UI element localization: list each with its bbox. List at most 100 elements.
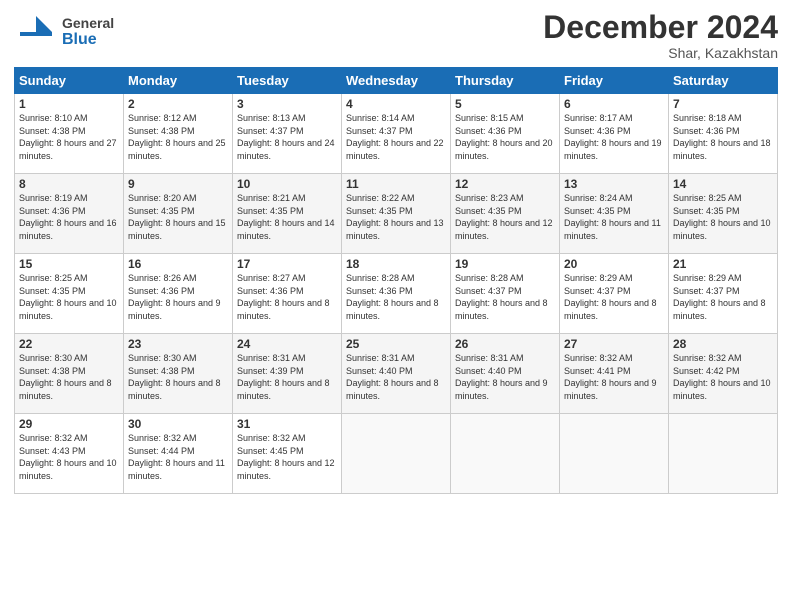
cell-info: Sunrise: 8:10 AMSunset: 4:38 PMDaylight:… [19, 113, 117, 161]
day-number: 9 [128, 177, 228, 191]
day-number: 25 [346, 337, 446, 351]
cell-info: Sunrise: 8:32 AMSunset: 4:44 PMDaylight:… [128, 433, 225, 481]
calendar-cell: 26 Sunrise: 8:31 AMSunset: 4:40 PMDaylig… [451, 334, 560, 414]
month-title: December 2024 [543, 10, 778, 45]
cell-info: Sunrise: 8:29 AMSunset: 4:37 PMDaylight:… [673, 273, 766, 321]
calendar-cell: 9 Sunrise: 8:20 AMSunset: 4:35 PMDayligh… [124, 174, 233, 254]
day-number: 21 [673, 257, 773, 271]
header-thursday: Thursday [451, 68, 560, 94]
day-number: 16 [128, 257, 228, 271]
calendar-cell: 15 Sunrise: 8:25 AMSunset: 4:35 PMDaylig… [15, 254, 124, 334]
calendar-week-row: 22 Sunrise: 8:30 AMSunset: 4:38 PMDaylig… [15, 334, 778, 414]
day-number: 23 [128, 337, 228, 351]
calendar-cell: 23 Sunrise: 8:30 AMSunset: 4:38 PMDaylig… [124, 334, 233, 414]
cell-info: Sunrise: 8:22 AMSunset: 4:35 PMDaylight:… [346, 193, 444, 241]
cell-info: Sunrise: 8:20 AMSunset: 4:35 PMDaylight:… [128, 193, 226, 241]
cell-info: Sunrise: 8:31 AMSunset: 4:39 PMDaylight:… [237, 353, 330, 401]
cell-info: Sunrise: 8:19 AMSunset: 4:36 PMDaylight:… [19, 193, 117, 241]
header-friday: Friday [560, 68, 669, 94]
calendar-cell: 13 Sunrise: 8:24 AMSunset: 4:35 PMDaylig… [560, 174, 669, 254]
day-number: 8 [19, 177, 119, 191]
cell-info: Sunrise: 8:28 AMSunset: 4:37 PMDaylight:… [455, 273, 548, 321]
calendar-cell: 2 Sunrise: 8:12 AMSunset: 4:38 PMDayligh… [124, 94, 233, 174]
day-number: 5 [455, 97, 555, 111]
cell-info: Sunrise: 8:32 AMSunset: 4:45 PMDaylight:… [237, 433, 335, 481]
calendar-week-row: 8 Sunrise: 8:19 AMSunset: 4:36 PMDayligh… [15, 174, 778, 254]
calendar-cell: 20 Sunrise: 8:29 AMSunset: 4:37 PMDaylig… [560, 254, 669, 334]
calendar-cell: 28 Sunrise: 8:32 AMSunset: 4:42 PMDaylig… [669, 334, 778, 414]
calendar-cell: 22 Sunrise: 8:30 AMSunset: 4:38 PMDaylig… [15, 334, 124, 414]
cell-info: Sunrise: 8:25 AMSunset: 4:35 PMDaylight:… [19, 273, 117, 321]
day-number: 2 [128, 97, 228, 111]
calendar-cell: 19 Sunrise: 8:28 AMSunset: 4:37 PMDaylig… [451, 254, 560, 334]
calendar-cell: 21 Sunrise: 8:29 AMSunset: 4:37 PMDaylig… [669, 254, 778, 334]
cell-info: Sunrise: 8:27 AMSunset: 4:36 PMDaylight:… [237, 273, 330, 321]
calendar-cell: 8 Sunrise: 8:19 AMSunset: 4:36 PMDayligh… [15, 174, 124, 254]
cell-info: Sunrise: 8:12 AMSunset: 4:38 PMDaylight:… [128, 113, 226, 161]
calendar-cell [342, 414, 451, 494]
cell-info: Sunrise: 8:32 AMSunset: 4:42 PMDaylight:… [673, 353, 771, 401]
day-number: 3 [237, 97, 337, 111]
logo-icon [14, 10, 58, 54]
calendar-cell: 25 Sunrise: 8:31 AMSunset: 4:40 PMDaylig… [342, 334, 451, 414]
calendar-cell: 31 Sunrise: 8:32 AMSunset: 4:45 PMDaylig… [233, 414, 342, 494]
day-number: 26 [455, 337, 555, 351]
calendar-cell: 29 Sunrise: 8:32 AMSunset: 4:43 PMDaylig… [15, 414, 124, 494]
calendar-cell [451, 414, 560, 494]
calendar-cell: 11 Sunrise: 8:22 AMSunset: 4:35 PMDaylig… [342, 174, 451, 254]
page: General Blue December 2024 Shar, Kazakhs… [0, 0, 792, 612]
calendar-week-row: 1 Sunrise: 8:10 AMSunset: 4:38 PMDayligh… [15, 94, 778, 174]
calendar-week-row: 29 Sunrise: 8:32 AMSunset: 4:43 PMDaylig… [15, 414, 778, 494]
calendar-cell: 18 Sunrise: 8:28 AMSunset: 4:36 PMDaylig… [342, 254, 451, 334]
cell-info: Sunrise: 8:29 AMSunset: 4:37 PMDaylight:… [564, 273, 657, 321]
cell-info: Sunrise: 8:31 AMSunset: 4:40 PMDaylight:… [455, 353, 548, 401]
day-number: 4 [346, 97, 446, 111]
day-number: 14 [673, 177, 773, 191]
day-number: 28 [673, 337, 773, 351]
day-number: 12 [455, 177, 555, 191]
calendar-cell: 16 Sunrise: 8:26 AMSunset: 4:36 PMDaylig… [124, 254, 233, 334]
day-number: 27 [564, 337, 664, 351]
day-number: 17 [237, 257, 337, 271]
logo-general: General [62, 16, 114, 31]
calendar-cell: 5 Sunrise: 8:15 AMSunset: 4:36 PMDayligh… [451, 94, 560, 174]
day-number: 1 [19, 97, 119, 111]
cell-info: Sunrise: 8:23 AMSunset: 4:35 PMDaylight:… [455, 193, 553, 241]
header-right: December 2024 Shar, Kazakhstan [543, 10, 778, 61]
header-monday: Monday [124, 68, 233, 94]
header-sunday: Sunday [15, 68, 124, 94]
calendar-cell: 27 Sunrise: 8:32 AMSunset: 4:41 PMDaylig… [560, 334, 669, 414]
calendar-cell: 6 Sunrise: 8:17 AMSunset: 4:36 PMDayligh… [560, 94, 669, 174]
day-number: 18 [346, 257, 446, 271]
calendar-cell: 4 Sunrise: 8:14 AMSunset: 4:37 PMDayligh… [342, 94, 451, 174]
day-number: 22 [19, 337, 119, 351]
cell-info: Sunrise: 8:26 AMSunset: 4:36 PMDaylight:… [128, 273, 221, 321]
header-wednesday: Wednesday [342, 68, 451, 94]
cell-info: Sunrise: 8:30 AMSunset: 4:38 PMDaylight:… [19, 353, 112, 401]
day-number: 11 [346, 177, 446, 191]
calendar-table: Sunday Monday Tuesday Wednesday Thursday… [14, 67, 778, 494]
header-tuesday: Tuesday [233, 68, 342, 94]
calendar-cell: 14 Sunrise: 8:25 AMSunset: 4:35 PMDaylig… [669, 174, 778, 254]
day-number: 15 [19, 257, 119, 271]
day-number: 20 [564, 257, 664, 271]
day-number: 19 [455, 257, 555, 271]
day-number: 10 [237, 177, 337, 191]
day-number: 29 [19, 417, 119, 431]
header-saturday: Saturday [669, 68, 778, 94]
location: Shar, Kazakhstan [543, 45, 778, 61]
cell-info: Sunrise: 8:14 AMSunset: 4:37 PMDaylight:… [346, 113, 444, 161]
calendar-cell [560, 414, 669, 494]
cell-info: Sunrise: 8:17 AMSunset: 4:36 PMDaylight:… [564, 113, 662, 161]
cell-info: Sunrise: 8:21 AMSunset: 4:35 PMDaylight:… [237, 193, 335, 241]
logo: General Blue [14, 10, 114, 54]
cell-info: Sunrise: 8:30 AMSunset: 4:38 PMDaylight:… [128, 353, 221, 401]
cell-info: Sunrise: 8:31 AMSunset: 4:40 PMDaylight:… [346, 353, 439, 401]
calendar-cell: 7 Sunrise: 8:18 AMSunset: 4:36 PMDayligh… [669, 94, 778, 174]
calendar-cell: 3 Sunrise: 8:13 AMSunset: 4:37 PMDayligh… [233, 94, 342, 174]
cell-info: Sunrise: 8:13 AMSunset: 4:37 PMDaylight:… [237, 113, 335, 161]
day-number: 13 [564, 177, 664, 191]
cell-info: Sunrise: 8:25 AMSunset: 4:35 PMDaylight:… [673, 193, 771, 241]
cell-info: Sunrise: 8:32 AMSunset: 4:41 PMDaylight:… [564, 353, 657, 401]
calendar-cell: 17 Sunrise: 8:27 AMSunset: 4:36 PMDaylig… [233, 254, 342, 334]
